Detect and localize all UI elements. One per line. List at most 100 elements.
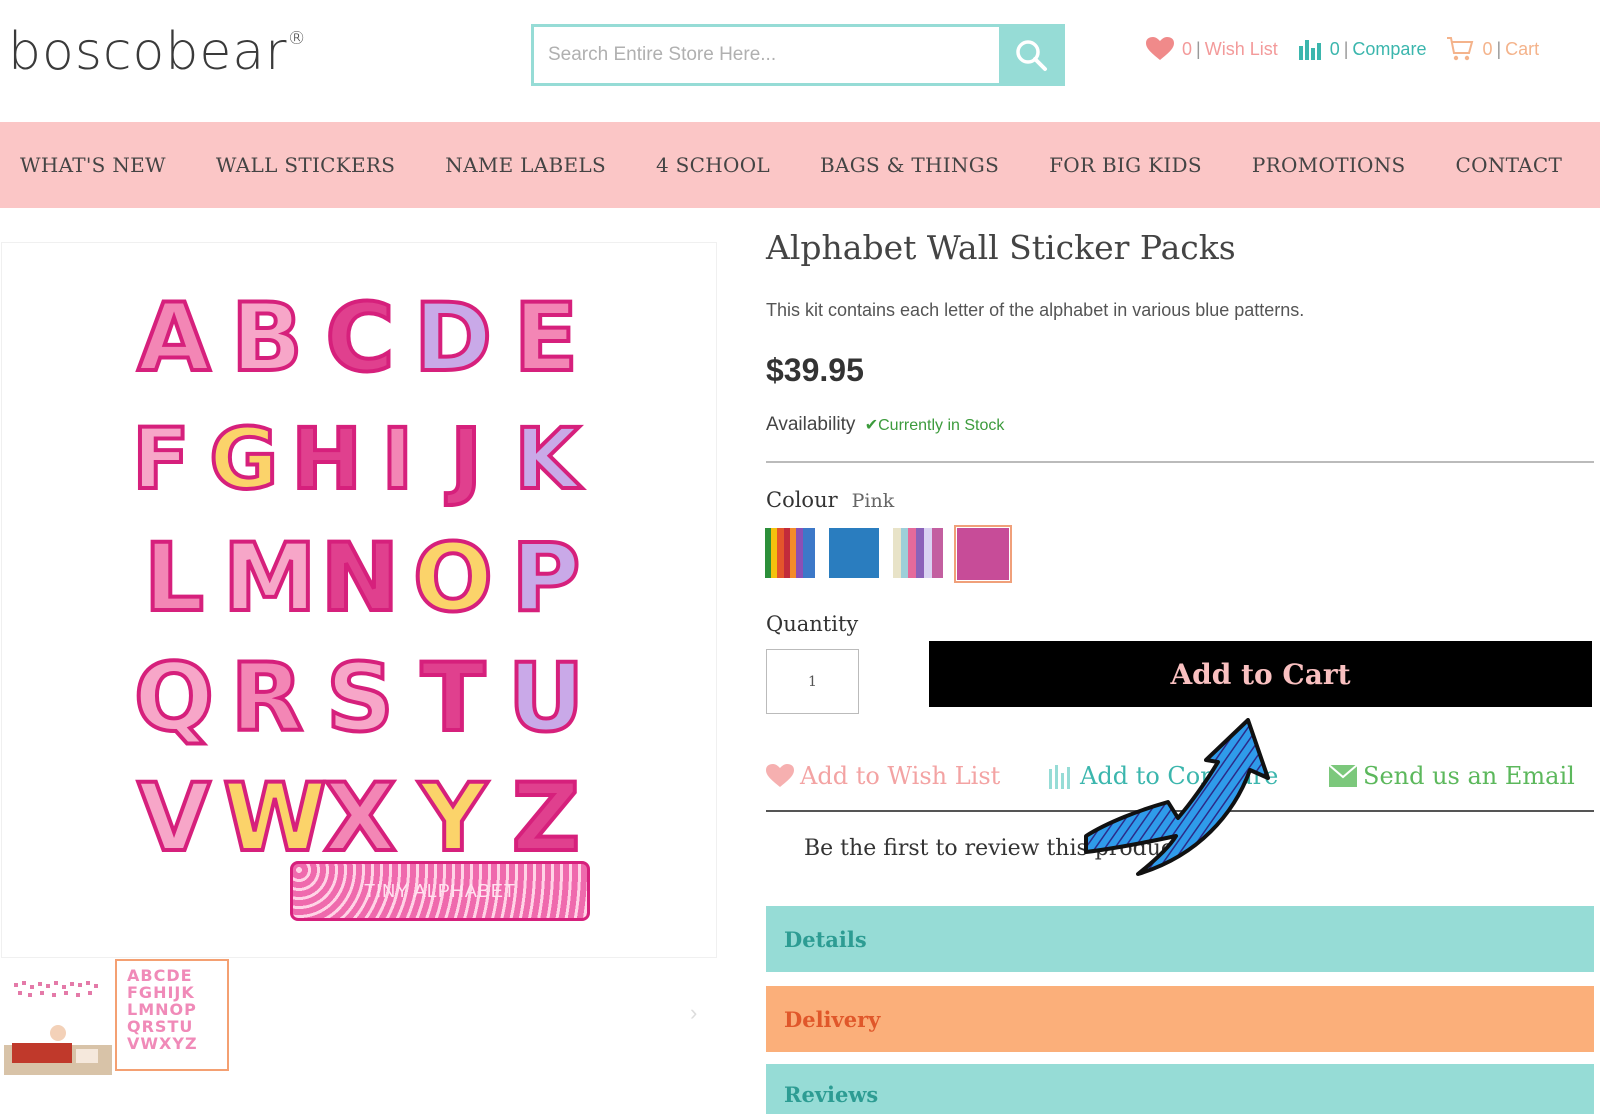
letter: B (229, 283, 305, 395)
swatch-pastel-stripes[interactable] (893, 528, 943, 578)
bar-chart-icon (1298, 40, 1321, 60)
product-price: $39.95 (766, 352, 864, 388)
compare-count: 0 (1329, 38, 1340, 59)
colour-swatches (765, 525, 1012, 583)
product-thumbnail[interactable] (4, 963, 112, 1075)
tab-reviews[interactable]: Reviews (766, 1064, 1594, 1114)
letter: J (449, 408, 484, 510)
envelope-icon (1329, 765, 1357, 787)
store-logo[interactable]: boscobear® (8, 22, 307, 82)
colour-selected-value: Pink (851, 490, 895, 512)
availability-label: Availability (766, 414, 856, 435)
availability: Availability ✔Currently in Stock (766, 414, 1004, 436)
letter-row: F G H I J K (124, 405, 584, 513)
send-email-label: Send us an Email (1363, 762, 1575, 790)
name-plate-sticker: TINY ALPHABET (290, 861, 590, 921)
product-main-image[interactable]: A B C D E F G H I J K L M N O P Q R S T … (1, 242, 717, 958)
thumb-line: QRSTU (127, 1017, 194, 1036)
search-bar (531, 24, 1065, 86)
letter-row: L M N O P (130, 523, 590, 635)
compare-label: Compare (1352, 38, 1427, 59)
thumbnail-next-arrow-icon[interactable]: › (690, 1000, 697, 1026)
bar-chart-icon (1049, 765, 1070, 789)
checkmark-icon: ✔ (864, 417, 879, 434)
shopping-cart-icon (1447, 37, 1474, 61)
letter: P (510, 523, 583, 635)
quantity-input[interactable] (766, 649, 859, 714)
letter: F (130, 408, 191, 510)
registered-mark: ® (287, 28, 307, 49)
wishlist-label: Wish List (1204, 38, 1278, 59)
tab-delivery[interactable]: Delivery (766, 986, 1594, 1052)
letter: H (289, 408, 363, 510)
stock-status: ✔Currently in Stock (865, 417, 1005, 434)
heart-icon (1146, 37, 1174, 60)
main-nav: WHAT'S NEW WALL STICKERS NAME LABELS 4 S… (0, 122, 1600, 208)
swatch-multicolour[interactable] (765, 528, 815, 578)
letter: A (136, 283, 213, 395)
alphabet-letters: A B C D E F G H I J K L M N O P Q R S T … (130, 283, 590, 885)
search-input[interactable] (534, 27, 999, 83)
header-wishlist-link[interactable]: 0 | Wish List (1146, 37, 1278, 61)
stock-status-text: Currently in Stock (878, 417, 1005, 434)
letter-row: Q R S T U (130, 643, 590, 755)
letter: D (412, 283, 494, 395)
quantity-label: Quantity (766, 612, 859, 636)
cart-count: 0 (1482, 38, 1493, 59)
heart-icon (766, 764, 794, 787)
nav-item-bags-things[interactable]: BAGS & THINGS (820, 153, 999, 177)
swatch-pink-selected[interactable] (954, 525, 1012, 583)
nav-item-wall-stickers[interactable]: WALL STICKERS (216, 153, 395, 177)
logo-text: boscobear (8, 22, 288, 82)
product-description: This kit contains each letter of the alp… (766, 300, 1305, 320)
letter: X (322, 763, 398, 875)
add-to-wishlist-label: Add to Wish List (800, 762, 1001, 790)
nav-item-4-school[interactable]: 4 SCHOOL (656, 153, 770, 177)
letter: N (319, 523, 402, 635)
room-scene-thumbnail-image (4, 963, 112, 1075)
letter: W (221, 763, 329, 875)
letter: G (207, 408, 280, 510)
wishlist-count: 0 (1182, 38, 1193, 59)
product-thumbnail-selected[interactable]: ABCDE FGHIJK LMNOP QRSTU VWXYZ (115, 959, 229, 1071)
nav-item-contact[interactable]: CONTACT (1456, 153, 1563, 177)
letter-row: A B C D E (130, 283, 590, 395)
nav-item-name-labels[interactable]: NAME LABELS (445, 153, 606, 177)
letter: Y (417, 763, 489, 875)
colour-option: Colour Pink (766, 488, 894, 512)
thumb-line: LMNOP (127, 1000, 197, 1019)
letter: K (512, 408, 581, 510)
letter: Z (510, 763, 582, 875)
add-to-cart-button[interactable]: Add to Cart (929, 641, 1592, 707)
letter: Q (132, 643, 216, 755)
search-button[interactable] (999, 27, 1062, 83)
header-cart-link[interactable]: 0 | Cart (1446, 36, 1539, 62)
search-icon (1015, 40, 1047, 71)
letter: I (380, 408, 415, 510)
nav-item-promotions[interactable]: PROMOTIONS (1252, 153, 1406, 177)
thumb-line: ABCDE (127, 966, 193, 985)
thumb-line: VWXYZ (127, 1034, 198, 1053)
tab-details[interactable]: Details (766, 906, 1594, 972)
letter: E (512, 283, 580, 395)
colour-label: Colour (766, 488, 838, 512)
swatch-blue[interactable] (829, 528, 879, 578)
divider (766, 461, 1594, 463)
letter: O (411, 523, 495, 635)
header-compare-link[interactable]: 0 | Compare (1298, 38, 1427, 60)
send-email-link[interactable]: Send us an Email (1329, 762, 1575, 790)
add-to-wishlist-link[interactable]: Add to Wish List (766, 762, 1000, 790)
nav-item-for-big-kids[interactable]: FOR BIG KIDS (1049, 153, 1202, 177)
letter: M (221, 523, 319, 635)
thumb-line: FGHIJK (127, 983, 195, 1002)
letter: C (324, 283, 397, 395)
header-links: 0 | Wish List 0 | Compare 0 | Cart (1146, 36, 1539, 62)
letter: U (506, 643, 586, 755)
letter: V (136, 763, 213, 875)
nav-item-whats-new[interactable]: WHAT'S NEW (20, 153, 166, 177)
letter: L (142, 523, 206, 635)
cart-label: Cart (1505, 38, 1540, 59)
letter: T (419, 643, 487, 755)
letter-row: V W X Y Z (130, 763, 590, 875)
curved-arrow-icon (1084, 718, 1270, 876)
